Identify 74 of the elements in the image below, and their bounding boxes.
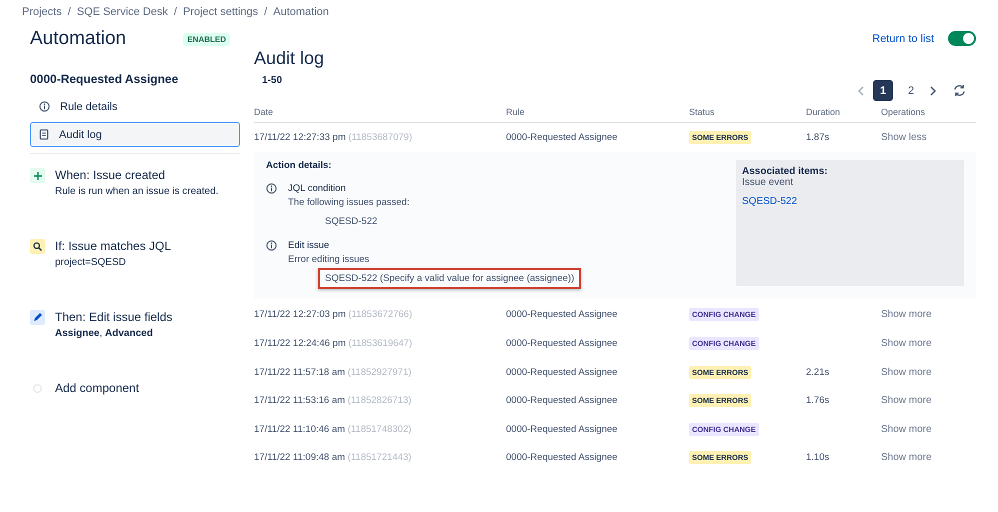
toggle-details-link[interactable]: Show more <box>881 395 976 406</box>
column-header: Operations <box>881 106 926 116</box>
column-header: Status <box>689 106 716 116</box>
table-cell-text: 17/11/22 11:57:18 am (11852927971) <box>254 366 412 378</box>
associated-label: Issue event <box>742 176 794 188</box>
plus-icon <box>30 168 45 183</box>
page-button[interactable]: 1 <box>873 80 893 101</box>
pencil-icon <box>30 310 45 325</box>
table-cell-text: 17/11/22 11:53:16 am (11852826713) <box>254 395 412 406</box>
table-cell-text: 0000-Requested Assignee <box>506 309 618 320</box>
table-cell-text: 0000-Requested Assignee <box>506 424 618 435</box>
column-header: Duration <box>806 106 842 116</box>
result-range: 1-50 <box>262 75 284 86</box>
table-cell-text: 17/11/22 12:27:03 pm (11853672766) <box>254 309 414 320</box>
component-title[interactable]: Add component <box>55 381 140 395</box>
info-icon <box>266 240 277 251</box>
table-cell-text: 17/11/22 11:10:46 am (11851748302) <box>254 424 412 435</box>
issue-link[interactable]: SQESD-522 <box>742 196 958 207</box>
table-cell-text: 2.21s <box>806 366 830 378</box>
toggle-details-link[interactable]: Show more <box>881 338 976 349</box>
action-title: Edit issue <box>288 240 330 251</box>
breadcrumb-separator: / <box>264 6 268 18</box>
table-cell-text: 0000-Requested Assignee <box>506 132 618 143</box>
toggle-details-link[interactable]: Show more <box>881 424 976 435</box>
table-cell-text: 0000-Requested Assignee <box>506 452 618 464</box>
table-cell-text: 17/11/22 12:24:46 pm (11853619647) <box>254 338 414 349</box>
table-cell-text: 1.10s <box>806 452 830 464</box>
breadcrumb-link[interactable]: SQE Service Desk <box>76 6 168 18</box>
rule-name: 0000-Requested Assignee <box>30 72 180 86</box>
breadcrumb-separator: / <box>68 6 71 18</box>
action-title: JQL condition <box>288 182 347 194</box>
column-header: Date <box>254 106 274 116</box>
component-detail: Assignee, Advanced <box>55 328 154 339</box>
component-title[interactable]: Then: Edit issue fields <box>55 310 172 324</box>
toggle-details-link[interactable]: Show more <box>881 452 976 464</box>
table-cell-text: 17/11/22 11:09:48 am (11851721443) <box>254 452 412 464</box>
table-cell-text: 0000-Requested Assignee <box>506 395 618 406</box>
page-button[interactable]: 2 <box>901 80 921 101</box>
table-cell-text: 0000-Requested Assignee <box>506 366 618 378</box>
column-header: Rule <box>506 106 526 116</box>
breadcrumb-link[interactable]: Projects <box>22 6 62 18</box>
table-cell-text: 0000-Requested Assignee <box>506 338 618 349</box>
refresh-icon[interactable] <box>953 84 966 97</box>
search-icon <box>30 239 45 254</box>
info-icon <box>266 182 277 194</box>
action-message: Error editing issues <box>288 254 370 265</box>
table-cell-text: 1.76s <box>806 395 830 406</box>
toggle-details-link[interactable]: Show less <box>881 132 976 143</box>
component-detail: Rule is run when an issue is created. <box>55 186 218 197</box>
info-icon <box>39 101 50 112</box>
action-message: The following issues passed: <box>288 196 410 208</box>
action-issue: SQESD-522 (Specify a valid value for assignee (assignee)) <box>318 268 582 289</box>
component-title[interactable]: If: Issue matches JQL <box>55 239 172 253</box>
breadcrumb-separator: / <box>174 6 177 18</box>
enable-toggle[interactable] <box>948 31 976 46</box>
sidebar-nav-item[interactable]: Rule details <box>30 94 240 119</box>
toggle-details-link[interactable]: Show more <box>881 366 976 378</box>
document-icon <box>39 129 49 140</box>
page-title: Automation <box>30 28 126 50</box>
component-title[interactable]: When: Issue created <box>55 168 218 182</box>
component-detail: project=SQESD <box>55 257 127 268</box>
return-to-list-link[interactable]: Return to list <box>872 32 934 44</box>
table-cell-text: 17/11/22 12:27:33 pm (11853687079) <box>254 132 414 143</box>
details-heading: Action details: <box>266 160 332 171</box>
sidebar-nav-item[interactable]: Audit log <box>30 122 240 147</box>
breadcrumb-link[interactable]: Project settings <box>182 6 258 18</box>
next-page-icon[interactable] <box>929 86 937 96</box>
section-title: Audit log <box>254 48 326 69</box>
associated-heading: Associated items: <box>742 166 829 177</box>
status-badge: ENABLED <box>183 32 230 46</box>
action-issue: SQESD-522 <box>324 214 378 229</box>
table-cell-text: 1.87s <box>806 132 830 143</box>
toggle-details-link[interactable]: Show more <box>881 309 976 320</box>
breadcrumb-link[interactable]: Automation <box>273 6 329 18</box>
